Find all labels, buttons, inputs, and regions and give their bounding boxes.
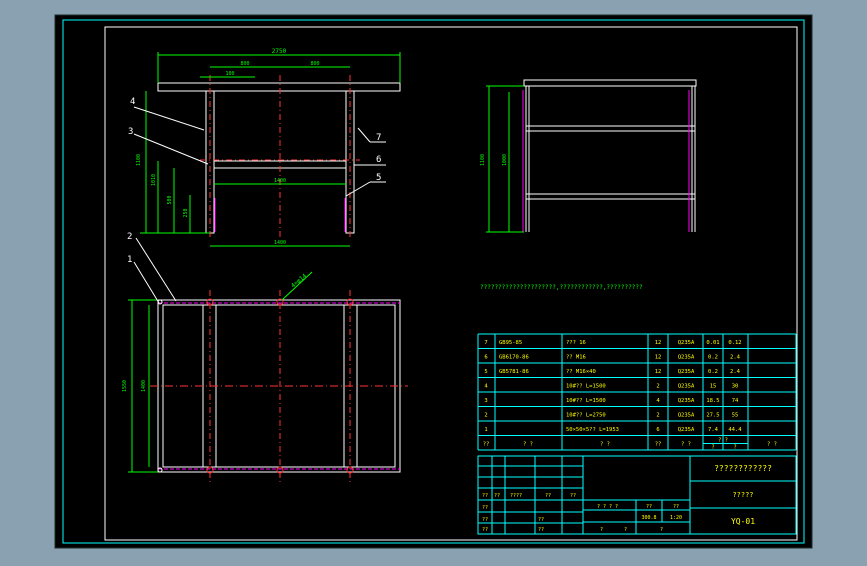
sheet-label-2: ?	[624, 527, 627, 533]
dim-span-right: 800	[310, 61, 319, 67]
table-header-total-weight: ?	[733, 445, 736, 451]
drawing-title: ????????????	[714, 464, 772, 473]
callout-2: 2	[127, 232, 132, 242]
dim-top-depth-inner: 1400	[141, 380, 147, 392]
count-header-a: ??	[646, 504, 652, 510]
tb-cell: ??	[482, 493, 488, 499]
table-cell-no: 2	[484, 413, 487, 419]
table-cell-standard: GB95-85	[499, 340, 522, 346]
table-header-name: ? ?	[600, 442, 610, 448]
tb-cell: ??	[494, 493, 500, 499]
scale-header: ? ? ? ?	[597, 504, 618, 510]
table-header-remark: ? ?	[767, 442, 777, 448]
table-cell-name: 10#?? L=1500	[566, 384, 606, 390]
drawing-number: YQ-01	[731, 517, 755, 526]
table-cell-material: Q235A	[678, 398, 695, 404]
dim-height-total: 1100	[136, 154, 142, 166]
table-cell-name: ?? M16	[566, 355, 586, 361]
table-cell-material: Q235A	[678, 355, 695, 361]
table-cell-total-weight: 55	[732, 413, 739, 419]
table-cell-qty: 12	[655, 369, 662, 375]
table-cell-total-weight: 30	[732, 384, 739, 390]
table-header-unit-weight: ?	[711, 445, 714, 451]
table-cell-unit-weight: 18.5	[706, 398, 719, 404]
table-cell-material: Q235A	[678, 384, 695, 390]
table-header-weight: ? ?	[718, 438, 728, 444]
table-cell-name: 50×50×5?? L=1953	[566, 427, 619, 433]
drawing-subtitle: ?????	[732, 491, 753, 499]
callout-7: 7	[376, 133, 381, 143]
table-cell-no: 7	[484, 340, 487, 346]
table-cell-unit-weight: 0.01	[706, 340, 719, 346]
table-cell-material: Q235A	[678, 427, 695, 433]
table-cell-material: Q235A	[678, 413, 695, 419]
tb-cell: ??	[570, 493, 576, 499]
table-header-qty: ??	[655, 442, 662, 448]
callout-1: 1	[127, 255, 132, 265]
dim-height-foot: 250	[183, 208, 189, 217]
table-cell-name: 10#?? L=2750	[566, 413, 606, 419]
technical-note: ?????????????????????,????????????,?????…	[480, 284, 643, 291]
drawing-canvas: 2750 800 800 100 1100 1010 500 250 1400 …	[54, 14, 813, 549]
tb-cell: ??	[538, 527, 544, 533]
dim-side-height-outer: 1100	[480, 154, 486, 166]
dim-height-mid: 1010	[151, 174, 157, 186]
tb-cell: ??	[545, 493, 551, 499]
sheet-background	[54, 14, 813, 549]
table-header-no: ??	[483, 442, 490, 448]
scale-value: 1:20	[670, 515, 682, 521]
table-cell-standard: GB6170-86	[499, 355, 529, 361]
table-cell-unit-weight: 0.2	[708, 369, 718, 375]
dim-bottom-width: 1400	[274, 240, 286, 246]
tb-cell: ??	[482, 505, 488, 511]
table-cell-no: 5	[484, 369, 487, 375]
dim-span-left: 800	[240, 61, 249, 67]
tb-cell: ??	[482, 517, 488, 523]
tb-cell: ????	[510, 493, 522, 499]
table-cell-unit-weight: 7.4	[708, 427, 719, 433]
count-header-b: ??	[673, 504, 679, 510]
table-cell-qty: 2	[656, 413, 659, 419]
table-header-standard: ? ?	[523, 442, 533, 448]
table-cell-total-weight: 0.12	[728, 340, 741, 346]
table-cell-unit-weight: 27.5	[706, 413, 719, 419]
table-cell-unit-weight: 15	[710, 384, 717, 390]
table-cell-no: 3	[484, 398, 487, 404]
dim-span-small: 100	[225, 71, 234, 77]
table-cell-name: ?? M16×40	[566, 369, 596, 375]
table-cell-material: Q235A	[678, 369, 695, 375]
dim-inner-width: 1400	[274, 178, 286, 184]
dim-top-depth-outer: 1550	[122, 380, 128, 392]
sheet-label-3: ?	[660, 527, 663, 533]
table-cell-standard: GB5781-86	[499, 369, 529, 375]
callout-3: 3	[128, 127, 133, 137]
table-cell-total-weight: 74	[732, 398, 739, 404]
callout-4: 4	[130, 97, 135, 107]
table-cell-unit-weight: 0.2	[708, 355, 718, 361]
dim-height-lower: 500	[167, 195, 173, 204]
table-cell-qty: 6	[656, 427, 659, 433]
callout-5: 5	[376, 173, 381, 183]
tb-cell: ??	[482, 527, 488, 533]
sheet-label-1: ?	[600, 527, 603, 533]
table-cell-no: 6	[484, 355, 487, 361]
cad-viewport[interactable]: 2750 800 800 100 1100 1010 500 250 1400 …	[0, 0, 867, 562]
table-cell-total-weight: 44.4	[728, 427, 742, 433]
weight-value: 300.8	[641, 515, 656, 521]
table-cell-total-weight: 2.4	[730, 355, 741, 361]
dim-side-height-inner: 1000	[502, 154, 508, 166]
table-cell-name: ??? 16	[566, 340, 586, 346]
table-cell-name: 10#?? L=1500	[566, 398, 606, 404]
table-cell-qty: 12	[655, 355, 662, 361]
table-cell-total-weight: 2.4	[730, 369, 741, 375]
table-cell-qty: 2	[656, 384, 659, 390]
table-header-material: ? ?	[681, 442, 691, 448]
table-cell-material: Q235A	[678, 340, 695, 346]
tb-cell: ??	[538, 517, 544, 523]
table-cell-no: 1	[484, 427, 487, 433]
callout-6: 6	[376, 155, 381, 165]
dim-overall-width: 2750	[272, 48, 287, 55]
table-cell-qty: 12	[655, 340, 662, 346]
